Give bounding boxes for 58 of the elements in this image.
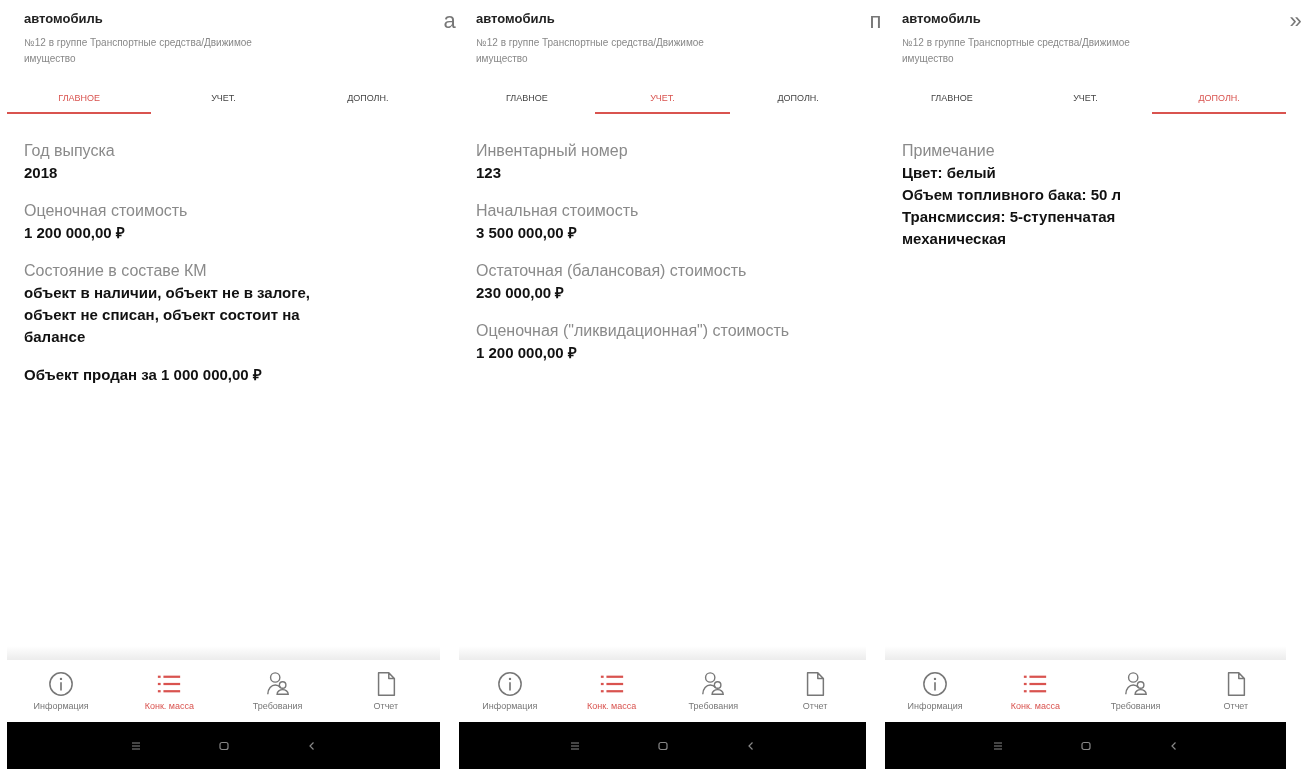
field-label: Инвентарный номер [476,141,629,161]
background-text-fragment: а [443,8,456,34]
people-icon [1122,671,1149,697]
nav-tab[interactable]: Информация [459,671,561,711]
tab[interactable]: ДОПОЛН. [295,89,440,114]
field-value: объект в наличии, объект не в залоге, объект не списан, объект состоит на балансе [24,283,311,347]
field-value: Трансмиссия: 5-ступенчатая механическая [902,207,1117,249]
field-label: Состояние в составе КМ [24,261,208,281]
tab[interactable]: ГЛАВНОЕ [459,89,595,114]
field-value: Цвет: белый [902,163,997,183]
nav-tab[interactable]: Требования [1085,671,1186,711]
field-value: Объем топливного бака: 50 л [902,185,1123,205]
field-value: 1 200 000,00 ₽ [476,343,578,363]
home-icon[interactable] [217,739,230,752]
field-label: Оценочная стоимость [24,201,189,221]
nav-tab[interactable]: Отчет [1185,671,1286,711]
field-value: 123 [476,163,503,183]
nav-tab[interactable]: Информация [885,671,986,711]
screen-title: автомобиль [902,11,982,26]
field-label: Оценочная ("ликвидационная") стоимость [476,321,791,341]
nav-tab[interactable]: Отчет [331,671,440,711]
people-icon [700,671,727,697]
people-icon [264,671,291,697]
tab[interactable]: ДОПОЛН. [1152,89,1286,114]
field-label: Год выпуска [24,141,116,161]
nav-tab[interactable]: Требования [662,671,765,711]
field-label: Остаточная (балансовая) стоимость [476,261,748,281]
tab[interactable]: ДОПОЛН. [730,89,866,114]
background-text-fragment: п [869,8,882,34]
field-value: Объект продан за 1 000 000,00 ₽ [24,365,263,385]
field-value: 1 200 000,00 ₽ [24,223,126,243]
screen-subtitle: №12 в группе Транспортные средства/Движимое имущество [476,36,705,66]
home-icon[interactable] [656,739,669,752]
field-label: Начальная стоимость [476,201,640,221]
nav-tab[interactable]: Конк. масса [985,671,1086,711]
field-label: Примечание [902,141,996,161]
field-value: 230 000,00 ₽ [476,283,566,303]
tab[interactable]: ГЛАВНОЕ [7,89,152,114]
field-value: 3 500 000,00 ₽ [476,223,578,243]
info-icon [496,671,523,697]
tab[interactable]: ГЛАВНОЕ [885,89,1019,114]
nav-tab[interactable]: Конк. масса [560,671,663,711]
info-icon [48,671,75,697]
nav-tab[interactable]: Требования [223,671,332,711]
home-icon[interactable] [1079,739,1092,752]
nav-tab[interactable]: Информация [7,671,116,711]
tab[interactable]: УЧЕТ. [151,89,296,114]
screen-title: автомобиль [24,11,104,26]
screen-subtitle: №12 в группе Транспортные средства/Движимое имущество [24,36,253,66]
nav-tab[interactable]: Конк. масса [115,671,224,711]
nav-tab[interactable]: Отчет [764,671,866,711]
screen-title: автомобиль [476,11,556,26]
tab[interactable]: УЧЕТ. [594,89,731,114]
field-value: 2018 [24,163,59,183]
background-text-fragment: » [1289,8,1302,34]
tab[interactable]: УЧЕТ. [1018,89,1153,114]
info-icon [922,671,949,697]
screen-subtitle: №12 в группе Транспортные средства/Движимое имущество [902,36,1131,66]
